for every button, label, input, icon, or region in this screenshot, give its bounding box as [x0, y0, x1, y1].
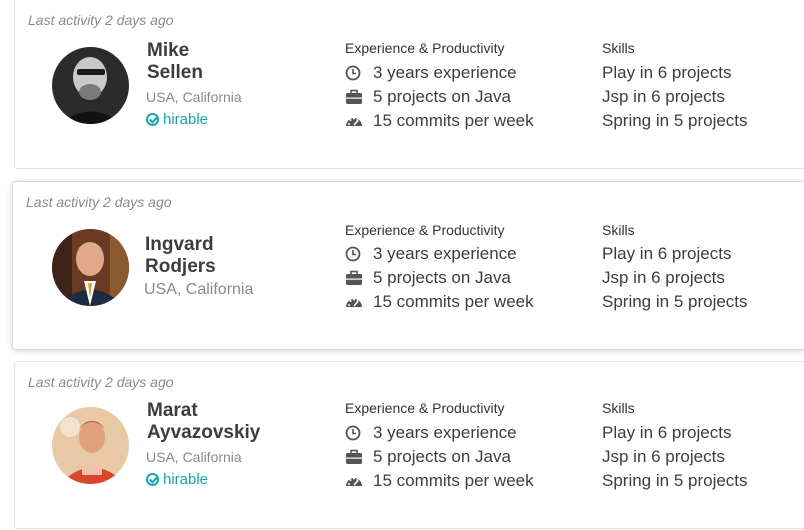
- experience-title: Experience & Productivity: [345, 400, 505, 416]
- last-activity: Last activity 2 days ago: [26, 194, 172, 210]
- avatar[interactable]: [52, 47, 129, 124]
- avatar[interactable]: [52, 229, 129, 306]
- location: USA, California: [146, 449, 242, 465]
- check-circle-icon: [146, 113, 159, 126]
- experience-title: Experience & Productivity: [345, 40, 505, 56]
- skill-item: Spring in 5 projects: [602, 111, 748, 130]
- avatar[interactable]: [52, 407, 129, 484]
- first-name[interactable]: Mike: [147, 40, 189, 62]
- stat-commits: 15 commits per week: [345, 292, 534, 312]
- location: USA, California: [144, 281, 254, 298]
- experience-title: Experience & Productivity: [345, 222, 505, 238]
- speedometer-icon: [346, 298, 362, 307]
- skill-item: Spring in 5 projects: [602, 292, 748, 311]
- speedometer-icon: [346, 117, 362, 126]
- skill-item: Jsp in 6 projects: [602, 87, 725, 106]
- briefcase-icon: [346, 449, 362, 464]
- skills-title: Skills: [602, 222, 635, 238]
- stat-label: 5 projects on Java: [373, 268, 511, 287]
- stat-label: 15 commits per week: [373, 111, 534, 130]
- stat-label: 5 projects on Java: [373, 87, 511, 106]
- hirable-badge: hirable: [146, 471, 208, 488]
- stat-label: 3 years experience: [373, 423, 517, 442]
- skill-item: Jsp in 6 projects: [602, 268, 725, 287]
- stat-projects: 5 projects on Java: [345, 87, 511, 107]
- stat-label: 15 commits per week: [373, 292, 534, 311]
- stat-commits: 15 commits per week: [345, 471, 534, 491]
- skills-title: Skills: [602, 400, 635, 416]
- developer-card[interactable]: Last activity 2 days ago Marat Ayvazovsk…: [14, 361, 804, 529]
- clock-icon: [345, 65, 361, 81]
- skill-item: Jsp in 6 projects: [602, 447, 725, 466]
- skills-title: Skills: [602, 40, 635, 56]
- clock-icon: [345, 425, 361, 441]
- skill-item: Spring in 5 projects: [602, 471, 748, 490]
- stat-experience: 3 years experience: [345, 423, 517, 443]
- clock-icon: [345, 246, 361, 262]
- speedometer-icon: [346, 477, 362, 486]
- stat-label: 3 years experience: [373, 244, 517, 263]
- stat-label: 5 projects on Java: [373, 447, 511, 466]
- stat-experience: 3 years experience: [345, 63, 517, 83]
- last-name[interactable]: Sellen: [147, 62, 203, 84]
- briefcase-icon: [346, 89, 362, 104]
- developer-card[interactable]: Last activity 2 days ago Mike Sellen USA…: [14, 0, 804, 169]
- developer-card[interactable]: Last activity 2 days ago Ingvard Rodjers…: [12, 181, 804, 350]
- stat-projects: 5 projects on Java: [345, 447, 511, 467]
- skill-item: Play in 6 projects: [602, 244, 732, 263]
- stat-label: 15 commits per week: [373, 471, 534, 490]
- hirable-label: hirable: [163, 471, 209, 488]
- stat-commits: 15 commits per week: [345, 111, 534, 131]
- skill-item: Play in 6 projects: [602, 423, 732, 442]
- stat-label: 3 years experience: [373, 63, 517, 82]
- first-name[interactable]: Marat: [147, 400, 198, 422]
- location: USA, California: [146, 89, 242, 105]
- last-activity: Last activity 2 days ago: [28, 12, 174, 28]
- hirable-label: hirable: [163, 111, 209, 128]
- last-activity: Last activity 2 days ago: [28, 374, 174, 390]
- hirable-badge: hirable: [146, 111, 208, 128]
- briefcase-icon: [346, 270, 362, 285]
- last-name[interactable]: Rodjers: [145, 256, 216, 278]
- skill-item: Play in 6 projects: [602, 63, 732, 82]
- stat-experience: 3 years experience: [345, 244, 517, 264]
- first-name[interactable]: Ingvard: [145, 234, 214, 256]
- stat-projects: 5 projects on Java: [345, 268, 511, 288]
- check-circle-icon: [146, 473, 159, 486]
- last-name[interactable]: Ayvazovskiy: [147, 422, 260, 444]
